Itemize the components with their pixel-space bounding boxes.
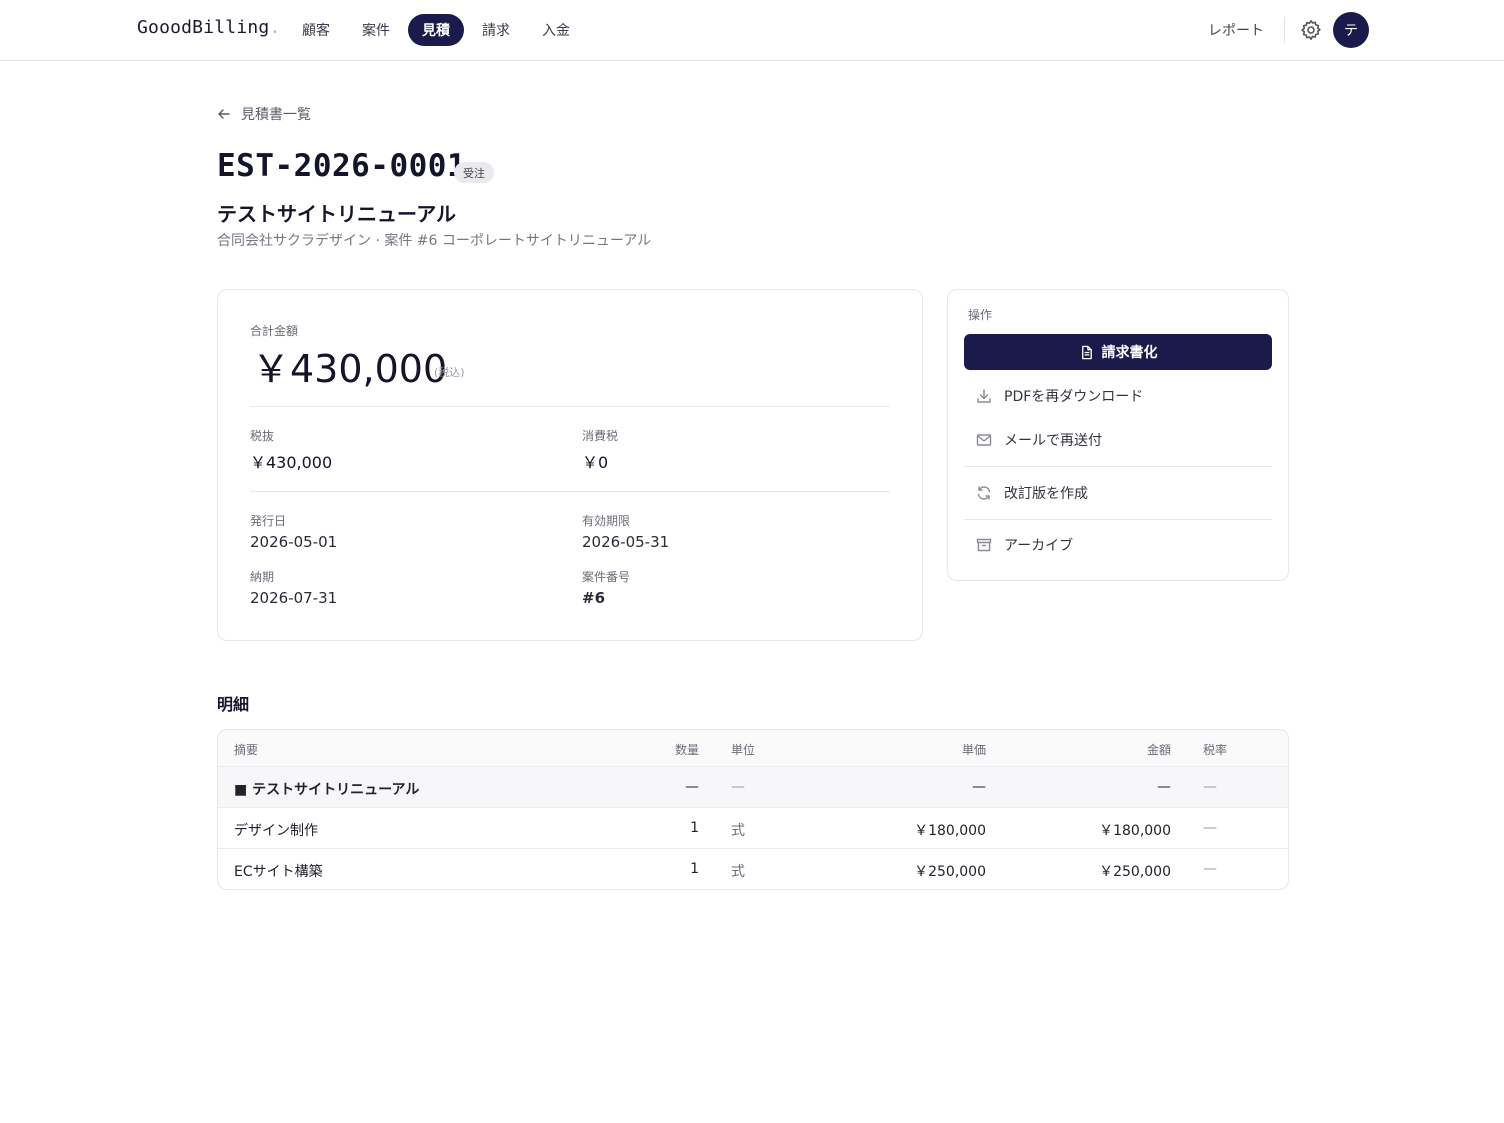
- col-unit-header: 単位: [731, 743, 756, 757]
- app-logo-dot: .: [269, 17, 281, 38]
- col-unit-price-header: 単価: [961, 743, 986, 757]
- row-amount: ￥250,000: [1099, 864, 1171, 880]
- estimate-meta: 合同会社サクラデザイン · 案件 #6 コーポレートサイトリニューアル: [217, 233, 652, 249]
- row-unit: 式: [731, 823, 745, 839]
- issue-date-label: 発行日: [250, 514, 287, 528]
- mail-icon: [976, 434, 992, 446]
- project-number-label: 案件番号: [582, 570, 631, 584]
- download-pdf-label: PDFを再ダウンロード: [1004, 389, 1144, 405]
- col-tax-rate-header: 税率: [1203, 743, 1228, 757]
- convert-to-invoice-label: 請求書化: [1101, 345, 1158, 361]
- line-items-table: 摘要 数量 単位 単価 金額 税率 ■ テストサイトリニューアル — — — —…: [217, 729, 1289, 890]
- table-header-row: 摘要 数量 単位 単価 金額 税率: [218, 730, 1288, 767]
- col-amount-header: 金額: [1146, 743, 1171, 757]
- refresh-icon: [977, 486, 991, 500]
- group-row: ■ テストサイトリニューアル — — — — —: [218, 767, 1288, 808]
- group-unit: —: [731, 779, 745, 795]
- row-description: ECサイト構築: [234, 864, 323, 880]
- nav-item-customers[interactable]: 顧客: [288, 14, 344, 46]
- actions-divider: [964, 519, 1272, 520]
- top-navigation-bar: GooodBilling. 顧客 案件 見積 請求 入金 レポート テ: [0, 0, 1504, 61]
- group-tax-rate: —: [1203, 779, 1217, 795]
- actions-title: 操作: [968, 308, 993, 322]
- arrow-left-icon: [218, 109, 230, 119]
- row-tax-rate: —: [1203, 861, 1217, 877]
- nav-report-link[interactable]: レポート: [1208, 20, 1264, 40]
- tax-included-note: (税込): [434, 366, 465, 379]
- convert-to-invoice-button[interactable]: 請求書化: [964, 334, 1272, 370]
- subtotal-label: 税抜: [250, 429, 275, 443]
- nav-item-projects[interactable]: 案件: [348, 14, 404, 46]
- col-qty-header: 数量: [674, 743, 699, 757]
- gear-icon[interactable]: [1299, 18, 1323, 42]
- delivery-value: 2026-07-31: [250, 589, 338, 607]
- main-nav: 顧客 案件 見積 請求 入金: [288, 14, 588, 46]
- estimate-subject: テストサイトリニューアル: [217, 202, 456, 226]
- total-amount: ￥430,000: [252, 347, 448, 391]
- row-qty: 1: [690, 820, 699, 836]
- col-description-header: 摘要: [234, 743, 259, 757]
- archive-button[interactable]: アーカイブ: [964, 527, 1272, 563]
- summary-card: 合計金額 ￥430,000 (税込) 税抜 ￥430,000 消費税 ￥0 発行…: [217, 289, 923, 641]
- resend-mail-button[interactable]: メールで再送付: [964, 422, 1272, 458]
- back-to-estimates-link[interactable]: 見積書一覧: [217, 104, 311, 124]
- status-badge: 受注: [454, 162, 494, 183]
- tax-value: ￥0: [582, 453, 609, 472]
- line-items-title: 明細: [217, 695, 250, 714]
- nav-item-payments[interactable]: 入金: [528, 14, 584, 46]
- document-icon: [1081, 345, 1092, 359]
- archive-label: アーカイブ: [1004, 538, 1074, 554]
- user-avatar[interactable]: テ: [1333, 12, 1369, 48]
- project-number-link[interactable]: #6: [582, 589, 605, 607]
- subtotal-value: ￥430,000: [250, 453, 333, 472]
- tax-label: 消費税: [582, 429, 619, 443]
- create-revision-button[interactable]: 改訂版を作成: [964, 475, 1272, 511]
- row-unit-price: ￥180,000: [914, 823, 986, 839]
- download-pdf-button[interactable]: PDFを再ダウンロード: [964, 378, 1272, 414]
- header-divider: [1284, 17, 1285, 43]
- valid-until-label: 有効期限: [582, 514, 631, 528]
- nav-item-invoices[interactable]: 請求: [468, 14, 524, 46]
- group-qty: —: [685, 779, 699, 795]
- group-description: ■ テストサイトリニューアル: [234, 782, 420, 798]
- delivery-label: 納期: [250, 570, 275, 584]
- group-amount: —: [1157, 779, 1171, 795]
- table-row: デザイン制作 1 式 ￥180,000 ￥180,000 —: [218, 808, 1288, 849]
- row-unit-price: ￥250,000: [914, 864, 986, 880]
- row-unit: 式: [731, 864, 745, 880]
- summary-divider: [250, 406, 890, 407]
- back-link-label: 見積書一覧: [241, 107, 311, 123]
- archive-icon: [976, 538, 992, 552]
- app-logo-text: GooodBilling: [137, 17, 270, 38]
- estimate-number: EST-2026-0001: [217, 148, 467, 184]
- row-qty: 1: [690, 861, 699, 877]
- table-row: ECサイト構築 1 式 ￥250,000 ￥250,000 —: [218, 849, 1288, 889]
- resend-mail-label: メールで再送付: [1004, 433, 1102, 449]
- row-description: デザイン制作: [234, 823, 318, 839]
- issue-date-value: 2026-05-01: [250, 533, 338, 551]
- total-label: 合計金額: [250, 324, 299, 338]
- group-unit-price: —: [972, 779, 986, 795]
- summary-divider: [250, 491, 890, 492]
- row-tax-rate: —: [1203, 820, 1217, 836]
- nav-item-estimates[interactable]: 見積: [408, 14, 464, 46]
- actions-divider: [964, 466, 1272, 467]
- valid-until-value: 2026-05-31: [582, 533, 670, 551]
- app-logo[interactable]: GooodBilling.: [137, 17, 281, 38]
- download-icon: [977, 389, 991, 403]
- create-revision-label: 改訂版を作成: [1004, 486, 1088, 502]
- row-amount: ￥180,000: [1099, 823, 1171, 839]
